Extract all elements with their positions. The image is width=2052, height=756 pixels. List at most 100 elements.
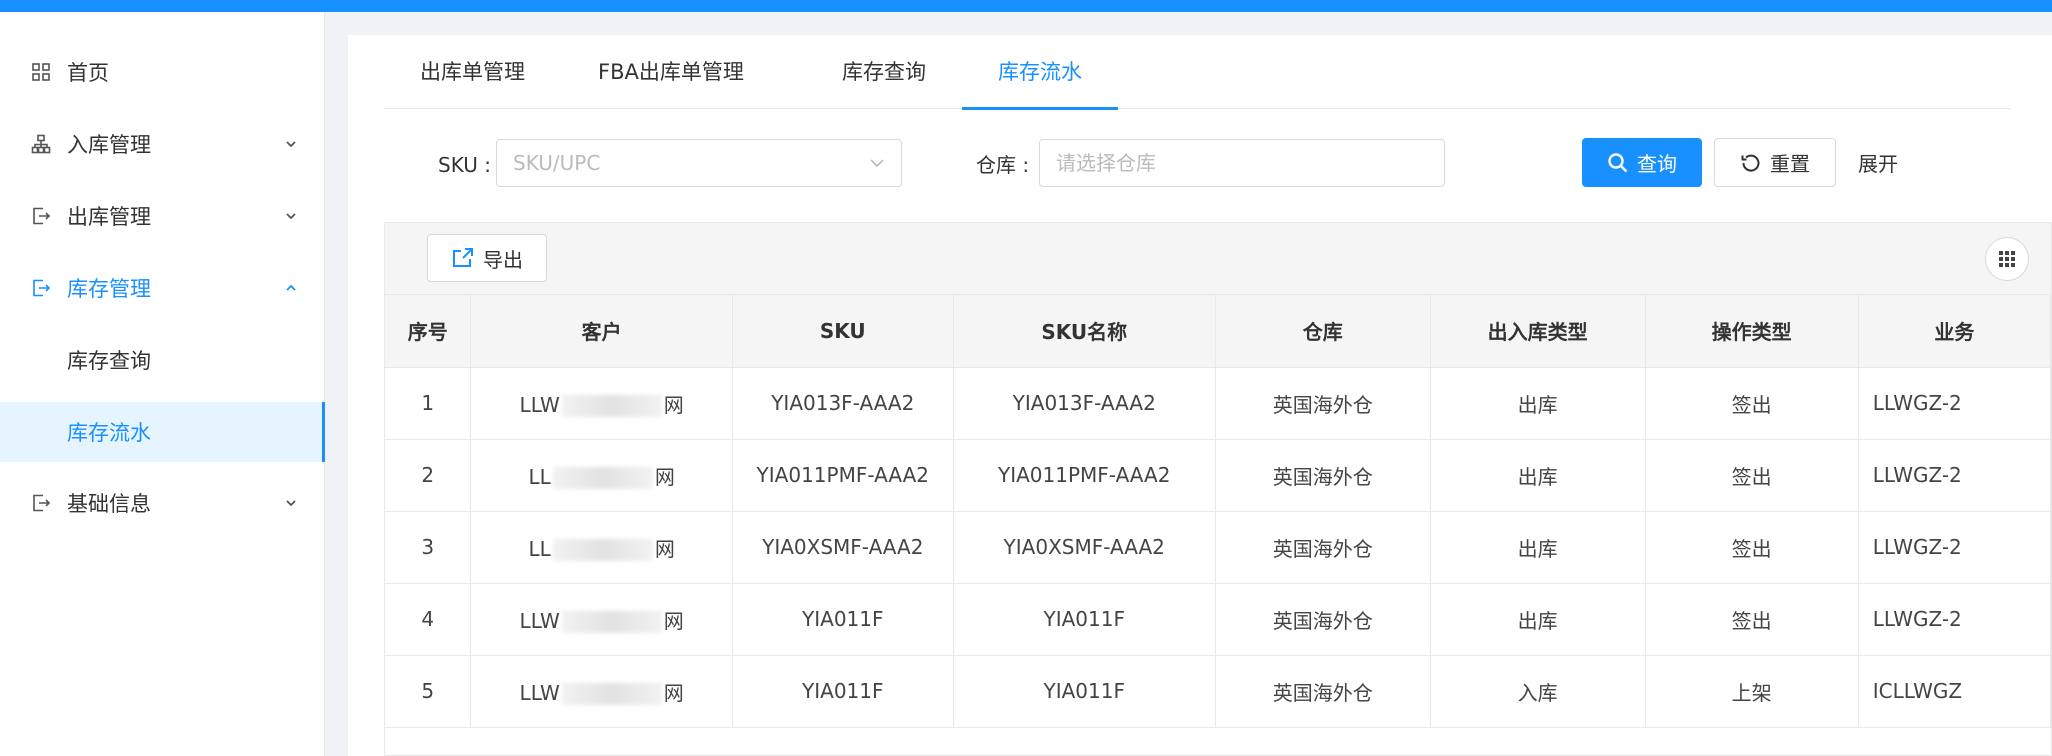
column-header-sku[interactable]: SKU (732, 295, 954, 368)
search-icon (1608, 152, 1628, 172)
apps-icon (1999, 251, 2015, 267)
table-row[interactable]: 2 LL 网 YIA011PMF-AAA2 YIA011PMF-AAA2 英国海外… (385, 439, 2051, 512)
redacted-blur (552, 467, 653, 489)
cell-io-type: 出库 (1430, 439, 1646, 512)
cell-op-type: 签出 (1645, 367, 1859, 440)
sidebar-subitem-inventory-query[interactable]: 库存查询 (0, 330, 325, 390)
table-row[interactable]: 1 LLW 网 YIA013F-AAA2 YIA013F-AAA2 英国海外仓 出… (385, 367, 2051, 440)
customer-prefix: LLW (519, 392, 560, 417)
inventory-flow-table: 序号 客户 SKU SKU名称 仓库 出入库类型 操作类型 业务 1 LLW 网 … (385, 295, 2051, 728)
redacted-blur (552, 539, 653, 561)
cell-sku: YIA013F-AAA2 (732, 367, 954, 440)
tab-bar: 出库单管理 FBA出库单管理 库存查询 库存流水 (384, 35, 2011, 110)
table-toolbar: 导出 (385, 223, 2051, 295)
cell-no: 3 (385, 511, 472, 584)
search-button-label: 查询 (1637, 152, 1677, 176)
search-button[interactable]: 查询 (1582, 138, 1702, 187)
redacted-blur (561, 683, 662, 705)
warehouse-placeholder: 请选择仓库 (1056, 151, 1156, 175)
cell-customer: LL 网 (470, 439, 733, 512)
cell-op-type: 签出 (1645, 583, 1859, 656)
customer-suffix: 网 (663, 680, 684, 705)
customer-suffix: 网 (663, 608, 684, 633)
export-button[interactable]: 导出 (427, 234, 547, 282)
sidebar-item-outbound[interactable]: 出库管理 (0, 186, 325, 246)
cell-warehouse: 英国海外仓 (1215, 367, 1431, 440)
grid-icon (32, 63, 50, 81)
column-header-op-type[interactable]: 操作类型 (1645, 295, 1859, 368)
sidebar-item-label: 入库管理 (67, 133, 151, 157)
tab-outbound-orders[interactable]: 出库单管理 (384, 55, 561, 109)
redacted-blur (561, 611, 662, 633)
cell-warehouse: 英国海外仓 (1215, 655, 1431, 728)
cell-io-type: 出库 (1430, 583, 1646, 656)
cell-warehouse: 英国海外仓 (1215, 511, 1431, 584)
reset-button[interactable]: 重置 (1714, 138, 1836, 187)
sidebar-subitem-label: 库存流水 (67, 421, 151, 445)
chevron-down-icon (286, 500, 296, 507)
cell-sku-name: YIA0XSMF-AAA2 (953, 511, 1216, 584)
table-row[interactable]: 4 LLW 网 YIA011F YIA011F 英国海外仓 出库 签出 LLWGZ… (385, 583, 2051, 656)
inventory-flow-table-panel: 导出 序号 客户 SKU SKU名称 仓库 出入库类型 操作类型 业务 1 LL… (384, 222, 2052, 756)
cell-sku-name: YIA013F-AAA2 (953, 367, 1216, 440)
sidebar-item-basic-info[interactable]: 基础信息 (0, 473, 325, 533)
cell-op-type: 签出 (1645, 439, 1859, 512)
sidebar-item-label: 基础信息 (67, 492, 151, 516)
sidebar-subitem-label: 库存查询 (67, 349, 151, 373)
cell-warehouse: 英国海外仓 (1215, 583, 1431, 656)
export-icon (453, 248, 473, 267)
tab-inventory-query[interactable]: 库存查询 (806, 55, 962, 109)
sidebar-subitem-inventory-flow[interactable]: 库存流水 (0, 402, 325, 462)
customer-suffix: 网 (663, 392, 684, 417)
sidebar: 首页 入库管理 出库管理 库存管理 库存查询 库存流水 基础信息 (0, 12, 325, 756)
sidebar-item-inventory[interactable]: 库存管理 (0, 258, 325, 318)
sidebar-item-label: 库存管理 (67, 277, 151, 301)
cell-sku: YIA0XSMF-AAA2 (732, 511, 954, 584)
sitemap-icon (31, 134, 51, 154)
warehouse-select[interactable]: 请选择仓库 (1039, 139, 1445, 187)
cell-no: 5 (385, 655, 472, 728)
cell-sku-name: YIA011F (953, 583, 1216, 656)
cell-business: LLWGZ-2 (1858, 367, 2051, 440)
table-row[interactable]: 5 LLW 网 YIA011F YIA011F 英国海外仓 入库 上架 ICLLW… (385, 655, 2051, 728)
customer-suffix: 网 (654, 536, 675, 561)
export-button-label: 导出 (483, 247, 523, 272)
cell-customer: LLW 网 (470, 655, 733, 728)
cell-warehouse: 英国海外仓 (1215, 439, 1431, 512)
sidebar-item-home[interactable]: 首页 (0, 42, 325, 102)
column-header-sku-name[interactable]: SKU名称 (953, 295, 1216, 368)
cell-no: 4 (385, 583, 472, 656)
cell-customer: LLW 网 (470, 367, 733, 440)
cell-io-type: 出库 (1430, 511, 1646, 584)
customer-prefix: LLW (519, 680, 560, 705)
column-header-io-type[interactable]: 出入库类型 (1430, 295, 1646, 368)
cell-sku: YIA011PMF-AAA2 (732, 439, 954, 512)
table-header-row: 序号 客户 SKU SKU名称 仓库 出入库类型 操作类型 业务 (385, 295, 2051, 368)
top-accent-bar (0, 0, 2052, 12)
table-row[interactable]: 3 LL 网 YIA0XSMF-AAA2 YIA0XSMF-AAA2 英国海外仓 … (385, 511, 2051, 584)
column-settings-button[interactable] (1985, 237, 2029, 281)
warehouse-label: 仓库 : (976, 153, 1030, 177)
sku-placeholder: SKU/UPC (513, 151, 601, 175)
expand-link[interactable]: 展开 (1848, 138, 1908, 187)
column-header-no[interactable]: 序号 (385, 295, 472, 368)
cell-no: 1 (385, 367, 472, 440)
chevron-up-icon (286, 284, 296, 291)
cell-business: LLWGZ-2 (1858, 583, 2051, 656)
column-header-customer[interactable]: 客户 (470, 295, 733, 368)
cell-sku-name: YIA011F (953, 655, 1216, 728)
cell-io-type: 入库 (1430, 655, 1646, 728)
cell-sku: YIA011F (732, 583, 954, 656)
column-header-warehouse[interactable]: 仓库 (1215, 295, 1431, 368)
sku-select[interactable]: SKU/UPC (496, 139, 902, 187)
column-header-business[interactable]: 业务 (1858, 295, 2051, 368)
chevron-down-icon (286, 213, 296, 220)
main-content: 出库单管理 FBA出库单管理 库存查询 库存流水 SKU : SKU/UPC 仓… (348, 35, 2052, 756)
sidebar-item-label: 出库管理 (67, 205, 151, 229)
customer-prefix: LL (528, 464, 551, 489)
customer-suffix: 网 (654, 464, 675, 489)
tab-inventory-flow[interactable]: 库存流水 (962, 55, 1118, 110)
sidebar-item-inbound[interactable]: 入库管理 (0, 114, 325, 174)
cell-business: LLWGZ-2 (1858, 511, 2051, 584)
tab-fba-outbound-orders[interactable]: FBA出库单管理 (562, 55, 780, 109)
